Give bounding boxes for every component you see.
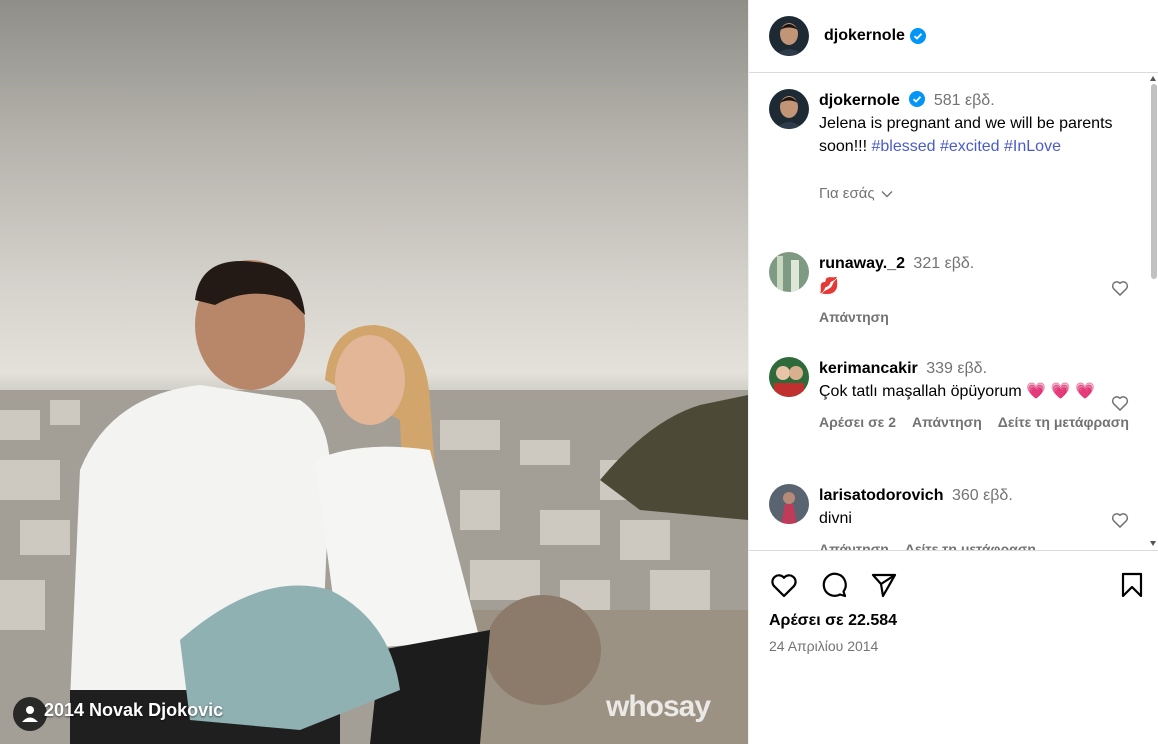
see-translation-button[interactable]: Για εσάς bbox=[819, 182, 1144, 205]
comment-item: larisatodorovich 360 εβδ. divni Απάντηση… bbox=[769, 484, 1144, 550]
heart-icon[interactable] bbox=[1110, 278, 1130, 298]
avatar-image bbox=[769, 252, 809, 292]
caption-username[interactable]: djokernole bbox=[819, 92, 900, 109]
comment-username[interactable]: larisatodorovich bbox=[819, 487, 943, 504]
comment-text: Çok tatlı maşallah öpüyorum 💗 💗 💗 bbox=[819, 383, 1095, 400]
avatar-image bbox=[769, 357, 809, 397]
comment-actions: Αρέσει σε 2 Απάντηση Δείτε τη μετάφραση bbox=[819, 411, 1144, 434]
avatar-image bbox=[769, 484, 809, 524]
comment-text: divni bbox=[819, 510, 852, 527]
see-translation-button[interactable]: Δείτε τη μετάφραση bbox=[905, 538, 1036, 550]
scroll-up-arrow-icon[interactable] bbox=[1150, 76, 1156, 81]
post-header: djokernole bbox=[749, 0, 1158, 73]
post-photo[interactable]: 2014 Novak Djokovic whosay bbox=[0, 0, 748, 744]
hashtag-link[interactable]: #blessed bbox=[871, 138, 935, 155]
avatar[interactable] bbox=[769, 357, 809, 397]
comment-text: 💋 bbox=[819, 278, 839, 295]
photo-illustration bbox=[0, 260, 748, 744]
bookmark-icon[interactable] bbox=[1117, 570, 1147, 600]
share-icon[interactable] bbox=[869, 570, 899, 600]
comment-username[interactable]: kerimancakir bbox=[819, 360, 918, 377]
likes-count[interactable]: Αρέσει σε 22.584 bbox=[769, 612, 897, 630]
avatar[interactable] bbox=[769, 252, 809, 292]
chevron-down-icon bbox=[881, 190, 893, 197]
comments-list[interactable]: djokernole 581 εβδ. Jelena is pregnant a… bbox=[749, 74, 1158, 550]
comment-time[interactable]: 321 εβδ. bbox=[913, 255, 974, 272]
comment-item: kerimancakir 339 εβδ. Çok tatlı maşallah… bbox=[769, 357, 1144, 434]
comment-time[interactable]: 339 εβδ. bbox=[926, 360, 987, 377]
comment-icon[interactable] bbox=[819, 570, 849, 600]
verified-badge-icon bbox=[909, 28, 926, 44]
comment-actions: Απάντηση Δείτε τη μετάφραση bbox=[819, 538, 1144, 550]
heart-icon[interactable] bbox=[769, 570, 799, 600]
post-caption: djokernole 581 εβδ. Jelena is pregnant a… bbox=[769, 89, 1144, 205]
avatar[interactable] bbox=[769, 16, 809, 56]
comment-item: runaway._2 321 εβδ. 💋 Απάντηση bbox=[769, 252, 1144, 329]
post-date[interactable]: 24 Απριλίου 2014 bbox=[769, 638, 878, 654]
see-translation-label: Για εσάς bbox=[819, 185, 875, 202]
watermark-logo: whosay bbox=[606, 690, 711, 723]
hashtag-link[interactable]: #excited bbox=[940, 138, 1000, 155]
comment-time[interactable]: 360 εβδ. bbox=[952, 487, 1013, 504]
comment-likes-button[interactable]: Αρέσει σε 2 bbox=[819, 411, 896, 434]
see-translation-button[interactable]: Δείτε τη μετάφραση bbox=[998, 411, 1129, 434]
heart-icon[interactable] bbox=[1110, 393, 1130, 413]
comment-actions: Απάντηση bbox=[819, 306, 1144, 329]
caption-time[interactable]: 581 εβδ. bbox=[934, 92, 995, 109]
comment-username[interactable]: runaway._2 bbox=[819, 255, 905, 272]
scroll-thumb[interactable] bbox=[1151, 84, 1157, 279]
heart-icon[interactable] bbox=[1110, 510, 1130, 530]
avatar-image bbox=[769, 16, 809, 56]
reply-button[interactable]: Απάντηση bbox=[912, 411, 982, 434]
header-username[interactable]: djokernole bbox=[824, 27, 905, 45]
reply-button[interactable]: Απάντηση bbox=[819, 538, 889, 550]
person-icon bbox=[22, 706, 38, 722]
photo-credit: 2014 Novak Djokovic bbox=[44, 700, 224, 720]
post-side-panel: djokernole djokernole 581 εβδ. Jelena is… bbox=[748, 0, 1158, 744]
comments-scrollbar[interactable] bbox=[1150, 74, 1158, 550]
verified-badge-icon bbox=[909, 91, 926, 107]
avatar[interactable] bbox=[769, 484, 809, 524]
scroll-down-arrow-icon[interactable] bbox=[1150, 541, 1156, 546]
reply-button[interactable]: Απάντηση bbox=[819, 306, 889, 329]
tag-user-button[interactable] bbox=[13, 697, 47, 731]
avatar-image bbox=[769, 89, 809, 129]
hashtag-link[interactable]: #InLove bbox=[1004, 138, 1061, 155]
post-actions: Αρέσει σε 22.584 24 Απριλίου 2014 bbox=[749, 550, 1158, 744]
avatar[interactable] bbox=[769, 89, 809, 129]
